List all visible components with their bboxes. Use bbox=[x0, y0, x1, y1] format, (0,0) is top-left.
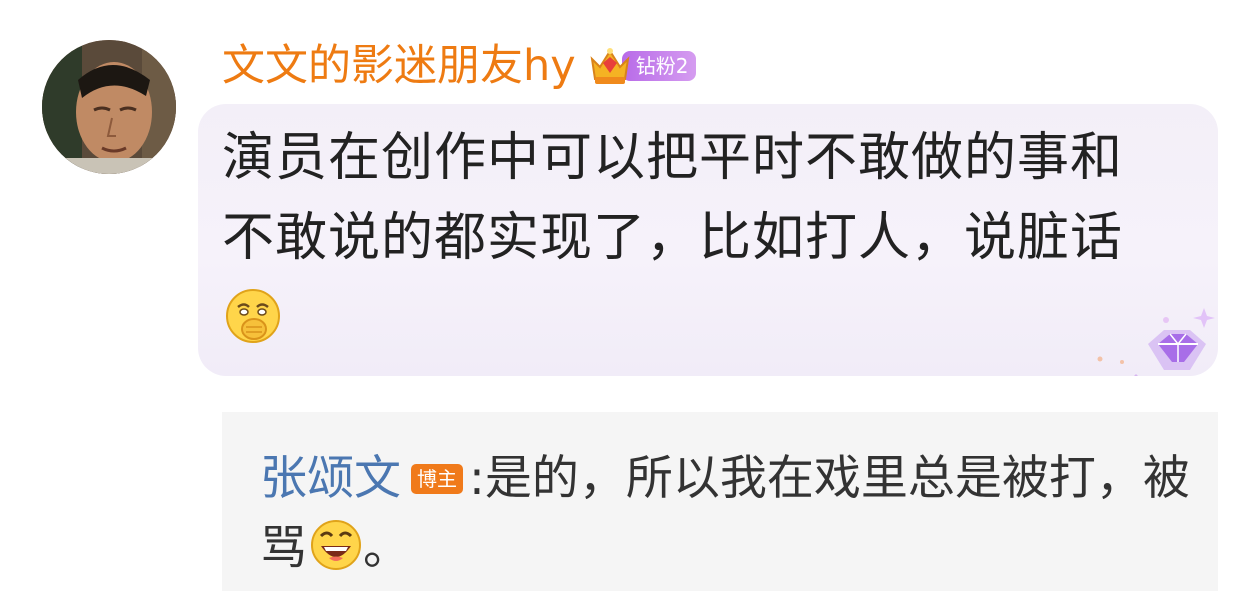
cover-mouth-giggle-emoji bbox=[226, 289, 280, 343]
reply-ending: 。 bbox=[363, 521, 410, 576]
comment-bubble[interactable]: 演员在创作中可以把平时不敢做的事和不敢说的都实现了，比如打人，说脏话 bbox=[198, 104, 1218, 376]
comment-username[interactable]: 文文的影迷朋友hy bbox=[222, 38, 576, 94]
reply-box[interactable]: 张颂文 博主:是的，所以我在戏里总是被打，被骂 。 bbox=[222, 412, 1218, 591]
fan-badge[interactable]: 钻粉2 bbox=[588, 47, 697, 85]
comment-thread: 文文的影迷朋友hy 钻粉2 演员在创作中可以把平时不敢做的事和不敢说的都实现了，… bbox=[0, 0, 1260, 591]
avatar-photo bbox=[42, 40, 176, 174]
laughing-emoji bbox=[311, 520, 361, 570]
comment-body: 演员在创作中可以把平时不敢做的事和不敢说的都实现了，比如打人，说脏话 bbox=[222, 128, 1124, 268]
comment-header: 文文的影迷朋友hy 钻粉2 bbox=[222, 38, 697, 94]
blogger-badge: 博主 bbox=[411, 464, 463, 494]
diamond-decoration-icon bbox=[1097, 308, 1215, 376]
comment-text: 演员在创作中可以把平时不敢做的事和不敢说的都实现了，比如打人，说脏话 bbox=[222, 118, 1152, 358]
fan-badge-label: 钻粉2 bbox=[621, 51, 697, 81]
reply-separator: : bbox=[469, 451, 485, 506]
reply-author[interactable]: 张颂文 bbox=[260, 451, 401, 506]
reply-text: 张颂文 博主:是的，所以我在戏里总是被打，被骂 。 bbox=[260, 444, 1190, 584]
avatar[interactable] bbox=[42, 40, 176, 174]
crown-icon bbox=[590, 48, 630, 84]
